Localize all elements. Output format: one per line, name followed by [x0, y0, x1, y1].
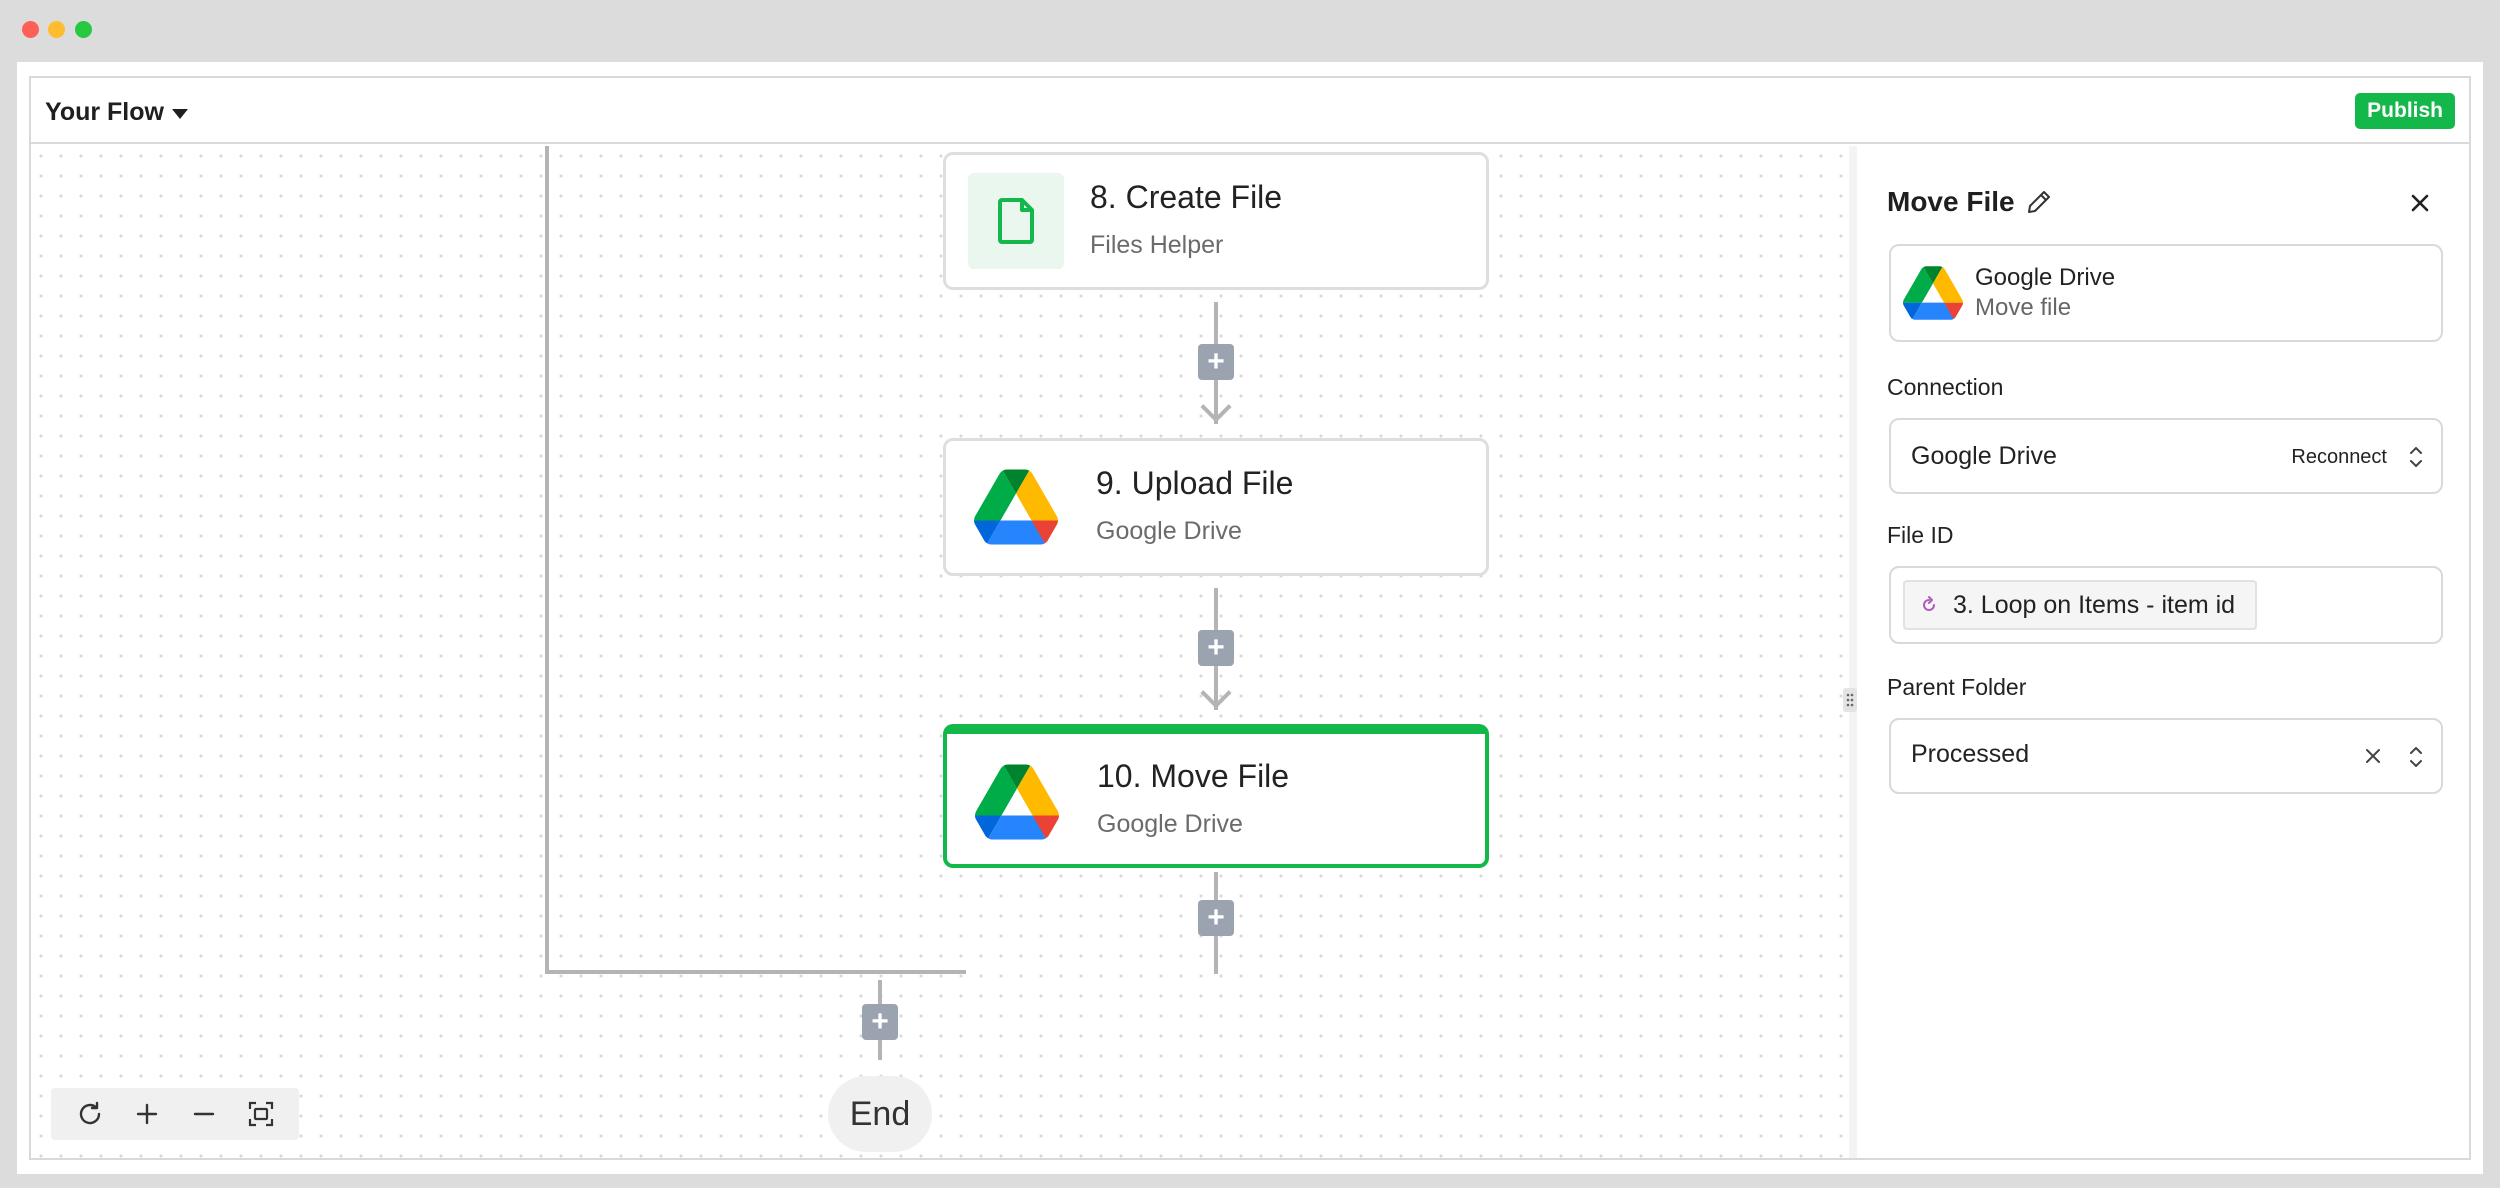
step-subtitle: Google Drive — [1096, 517, 1242, 545]
chevron-up-down-icon[interactable] — [2407, 742, 2425, 772]
window-close-button[interactable] — [22, 21, 39, 38]
chevron-up-down-icon[interactable] — [2407, 442, 2425, 472]
close-icon[interactable] — [2407, 190, 2433, 216]
add-step-button[interactable]: + — [1198, 630, 1234, 666]
loop-icon — [1923, 596, 1935, 611]
clear-icon[interactable] — [2363, 746, 2383, 766]
top-bar: Your Flow Publish — [31, 78, 2469, 144]
resize-handle-icon[interactable] — [1843, 688, 1857, 712]
window-chrome: Your Flow Publish 8. Create File Files H — [0, 0, 2500, 1188]
flow-name-dropdown[interactable]: Your Flow — [45, 98, 188, 127]
parent-folder-value: Processed — [1911, 740, 2030, 768]
panel-divider — [1849, 146, 1857, 1158]
pencil-icon[interactable] — [2025, 188, 2053, 216]
add-step-after-loop-button[interactable]: + — [862, 1004, 898, 1040]
flow-builder: Your Flow Publish 8. Create File Files H — [29, 76, 2471, 1160]
arrow-down-icon — [1200, 677, 1232, 709]
parent-folder-label: Parent Folder — [1887, 674, 2027, 700]
step-title: 10. Move File — [1097, 758, 1290, 794]
loop-branch-bottom-line — [545, 970, 966, 974]
step-card-create-file[interactable]: 8. Create File Files Helper — [943, 152, 1489, 290]
connection-value: Google Drive — [1911, 442, 2057, 470]
file-icon — [968, 173, 1064, 269]
step-settings-panel: Move File Google Drive Move file Connect… — [1857, 146, 2469, 1158]
reconnect-button[interactable]: Reconnect — [2291, 446, 2387, 469]
flow-canvas[interactable]: 8. Create File Files Helper + 9. Upload … — [31, 146, 1849, 1158]
canvas-controls — [51, 1088, 299, 1140]
piece-action-card[interactable]: Google Drive Move file — [1889, 244, 2443, 342]
step-card-upload-file[interactable]: 9. Upload File Google Drive — [943, 438, 1489, 576]
panel-title-text: Move File — [1887, 186, 2015, 217]
app-window: Your Flow Publish 8. Create File Files H — [17, 62, 2483, 1174]
add-step-button[interactable]: + — [1198, 900, 1234, 936]
step-card-move-file[interactable]: 10. Move File Google Drive — [943, 724, 1489, 868]
panel-title: Move File — [1887, 186, 2053, 218]
google-drive-icon — [969, 754, 1065, 850]
end-node: End — [828, 1076, 932, 1152]
fit-view-icon[interactable] — [241, 1094, 281, 1134]
loop-branch-return-line — [1214, 942, 1218, 974]
piece-name: Google Drive — [1975, 264, 2116, 291]
parent-folder-select[interactable]: Processed — [1889, 718, 2443, 794]
zoom-in-icon[interactable] — [127, 1094, 167, 1134]
step-title: 9. Upload File — [1096, 465, 1294, 501]
google-drive-icon — [968, 459, 1064, 555]
step-subtitle: Google Drive — [1097, 810, 1243, 838]
connection-label: Connection — [1887, 374, 2004, 400]
connection-select[interactable]: Google Drive Reconnect — [1889, 418, 2443, 494]
caret-down-icon — [171, 108, 188, 119]
zoom-out-icon[interactable] — [184, 1094, 224, 1134]
loop-branch-line — [545, 146, 549, 974]
arrow-down-icon — [1200, 391, 1232, 423]
reset-icon[interactable] — [70, 1094, 110, 1134]
window-minimize-button[interactable] — [48, 21, 65, 38]
add-step-button[interactable]: + — [1198, 344, 1234, 380]
file-id-input[interactable]: 3. Loop on Items - item id — [1889, 566, 2443, 644]
step-title: 8. Create File — [1090, 179, 1283, 215]
file-id-label: File ID — [1887, 522, 1954, 548]
google-drive-icon — [1903, 266, 1963, 325]
flow-name: Your Flow — [45, 98, 164, 126]
data-reference-chip[interactable]: 3. Loop on Items - item id — [1903, 580, 2258, 630]
publish-button[interactable]: Publish — [2355, 93, 2455, 129]
window-maximize-button[interactable] — [75, 21, 92, 38]
step-subtitle: Files Helper — [1090, 231, 1224, 259]
piece-action-name: Move file — [1975, 294, 2072, 321]
chip-label: 3. Loop on Items - item id — [1953, 591, 2236, 619]
